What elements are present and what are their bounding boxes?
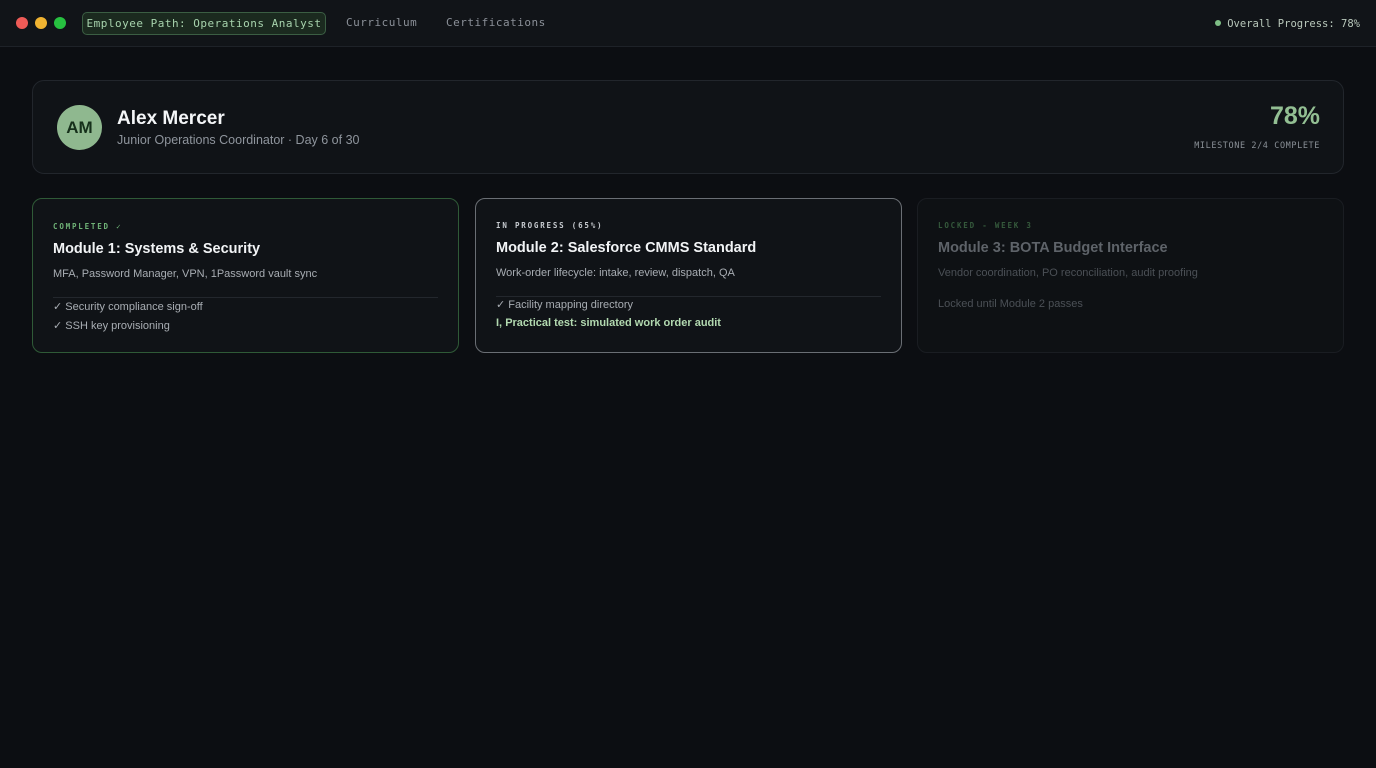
divider (53, 297, 438, 298)
current-task-item[interactable]: I, Practical test: simulated work order … (496, 317, 721, 329)
module-status-badge: IN PROGRESS (65%) (496, 221, 604, 230)
maximize-window-button[interactable] (54, 17, 66, 29)
checklist-item: ✓ SSH key provisioning (53, 320, 170, 332)
current-task-label: Practical test: simulated work order aud… (505, 317, 721, 329)
minimize-window-button[interactable] (35, 17, 47, 29)
tab-certifications[interactable]: Certifications (446, 12, 546, 35)
avatar: AM (57, 105, 102, 150)
module-status-badge: LOCKED - WEEK 3 (938, 221, 1033, 230)
overall-progress-indicator: Overall Progress: 78% (1215, 17, 1360, 31)
close-window-button[interactable] (16, 17, 28, 29)
milestone-status: MILESTONE 2/4 COMPLETE (1194, 141, 1320, 151)
status-dot-icon (1215, 20, 1222, 26)
module-status-badge: COMPLETED ✓ (53, 222, 123, 231)
module-description: Work-order lifecycle: intake, review, di… (496, 267, 735, 279)
progress-percent: 78% (1269, 102, 1320, 130)
module-description: Vendor coordination, PO reconciliation, … (938, 267, 1198, 279)
locked-notice: Locked until Module 2 passes (938, 298, 1083, 310)
checklist-item: ✓ Security compliance sign-off (53, 301, 203, 313)
module-card-2[interactable]: IN PROGRESS (65%) Module 2: Salesforce C… (475, 198, 902, 353)
overall-progress-text: Overall Progress: 78% (1227, 18, 1360, 30)
tab-curriculum[interactable]: Curriculum (346, 12, 417, 35)
module-title: Module 3: BOTA Budget Interface (938, 240, 1168, 256)
tab-employee-path[interactable]: Employee Path: Operations Analyst (82, 12, 326, 35)
module-card-3: LOCKED - WEEK 3 Module 3: BOTA Budget In… (917, 198, 1344, 353)
employee-name: Alex Mercer (117, 108, 225, 129)
checklist-item: ✓ Facility mapping directory (496, 299, 633, 311)
module-description: MFA, Password Manager, VPN, 1Password va… (53, 268, 318, 280)
current-task-marker-icon: I, (496, 317, 503, 329)
module-title: Module 2: Salesforce CMMS Standard (496, 240, 757, 256)
module-card-1[interactable]: COMPLETED ✓ Module 1: Systems & Security… (32, 198, 459, 353)
module-title: Module 1: Systems & Security (53, 241, 261, 257)
divider (496, 296, 881, 297)
employee-role: Junior Operations Coordinator · Day 6 of… (117, 133, 360, 147)
window-titlebar: Employee Path: Operations Analyst Curric… (0, 0, 1376, 47)
profile-card: AM Alex Mercer Junior Operations Coordin… (32, 80, 1344, 174)
